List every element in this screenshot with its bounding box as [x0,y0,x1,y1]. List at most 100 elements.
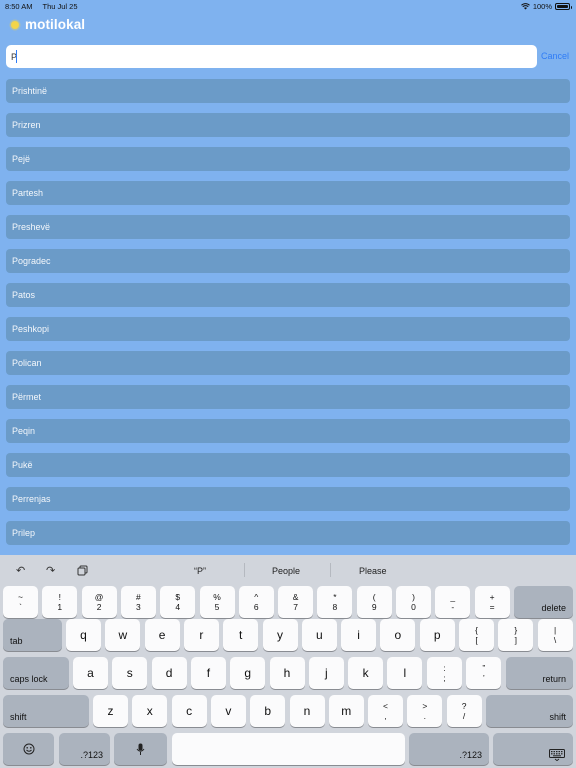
key-,[interactable]: <, [368,695,403,727]
results-list: Prishtinë Prizren Pejë Partesh Preshevë Pogra… [6,79,570,555]
result-label: Prilep [12,528,36,538]
key-n[interactable]: n [289,695,325,727]
key-u[interactable]: u [301,619,337,651]
space-key[interactable] [172,733,405,765]
prediction-please[interactable]: Please [359,566,387,576]
result-item[interactable]: Përmet [6,385,570,409]
return-key[interactable]: return [506,657,573,689]
key-glyph: # [136,592,141,602]
key-glyph: 1 [57,602,63,612]
key-glyph: } [514,625,518,635]
key-d[interactable]: d [151,657,187,689]
result-label: Partesh [12,188,44,198]
key-label: shift [549,712,566,722]
key-=[interactable]: + = [474,586,510,618]
search-field[interactable] [6,45,537,68]
result-item[interactable]: Peshkopi [6,317,570,341]
key-v[interactable]: v [210,695,246,727]
result-item[interactable]: Partesh [6,181,570,205]
key-y[interactable]: y [262,619,298,651]
key-1[interactable]: ! 1 [42,586,78,618]
hide-keyboard-key[interactable] [493,733,573,765]
app-name: motilokal [25,17,86,32]
tab-key[interactable]: tab [3,619,62,651]
prediction-quoted[interactable]: “P” [194,566,206,576]
redo-icon[interactable]: ↷ [46,564,55,577]
result-label: Polican [12,358,42,368]
key-g[interactable]: g [230,657,266,689]
cancel-button[interactable]: Cancel [541,51,569,61]
key-7[interactable]: & 7 [278,586,314,618]
key-j[interactable]: j [308,657,344,689]
key-x[interactable]: x [132,695,168,727]
key-b[interactable]: b [250,695,286,727]
shift-key-left[interactable]: shift [3,695,89,727]
key-’[interactable]: ”’ [466,657,502,689]
key-label: s [126,666,133,680]
key-glyph: ( [372,592,376,602]
result-item[interactable]: Patos [6,283,570,307]
key-9[interactable]: (9 [356,586,392,618]
result-label: Preshevë [12,222,51,232]
key-4[interactable]: $4 [160,586,196,618]
prediction-people[interactable]: People [272,566,300,576]
status-date: Thu Jul 25 [42,2,78,11]
key-o[interactable]: o [380,619,416,651]
dictation-key[interactable] [114,733,167,765]
key-\[interactable]: | \ [537,619,573,651]
paste-icon[interactable] [77,565,88,576]
key-a[interactable]: a [73,657,108,689]
key-;[interactable]: :; [427,657,462,689]
key-t[interactable]: t [223,619,259,651]
numbers-key-right[interactable]: .?123 [409,733,489,765]
result-item[interactable]: Pukë [6,453,570,477]
search-input[interactable] [6,45,537,68]
result-item[interactable]: Polican [6,351,570,375]
key-h[interactable]: h [269,657,305,689]
key-k[interactable]: k [348,657,384,689]
key-[[interactable]: {[ [459,619,494,651]
key-z[interactable]: z [93,695,128,727]
key-label: shift [10,712,27,722]
status-right: 100% [520,2,572,11]
key-8[interactable]: * 8 [317,586,353,618]
result-item[interactable]: Peqin [6,419,570,443]
key-r[interactable]: r [183,619,219,651]
result-item[interactable]: Preshevë [6,215,570,239]
key-q[interactable]: q [66,619,101,651]
key-c[interactable]: c [171,695,207,727]
key-3[interactable]: #3 [120,586,156,618]
key-2[interactable]: @2 [81,586,117,618]
shift-key-right[interactable]: shift [486,695,573,727]
result-item[interactable]: Prishtinë [6,79,570,103]
key-f[interactable]: f [190,657,226,689]
delete-key[interactable]: delete [514,586,573,618]
key-5[interactable]: % 5 [199,586,235,618]
undo-icon[interactable]: ↶ [16,564,25,577]
key-s[interactable]: s [112,657,148,689]
key-label: i [357,628,360,642]
result-label: Patos [12,290,36,300]
caps-lock-key[interactable]: caps lock [3,657,69,689]
key-6[interactable]: ^ 6 [238,586,274,618]
key--[interactable]: _ - [435,586,471,618]
key-w[interactable]: w [105,619,141,651]
key-e[interactable]: e [144,619,180,651]
emoji-key[interactable] [3,733,54,765]
numbers-key-left[interactable]: .?123 [59,733,110,765]
key-i[interactable]: i [341,619,377,651]
key-0[interactable]: ) 0 [396,586,431,618]
result-item[interactable]: Perrenjas [6,487,570,511]
result-label: Perrenjas [12,494,51,504]
key-p[interactable]: p [419,619,455,651]
key-l[interactable]: l [387,657,423,689]
key-][interactable]: }] [498,619,534,651]
result-item[interactable]: Pejë [6,147,570,171]
result-item[interactable]: Prilep [6,521,570,545]
result-item[interactable]: Pogradec [6,249,570,273]
result-item[interactable]: Prizren [6,113,570,137]
key-/[interactable]: ? / [446,695,482,727]
key-m[interactable]: m [328,695,364,727]
key-.[interactable]: >. [407,695,443,727]
key-`[interactable]: ~ ` [3,586,38,618]
